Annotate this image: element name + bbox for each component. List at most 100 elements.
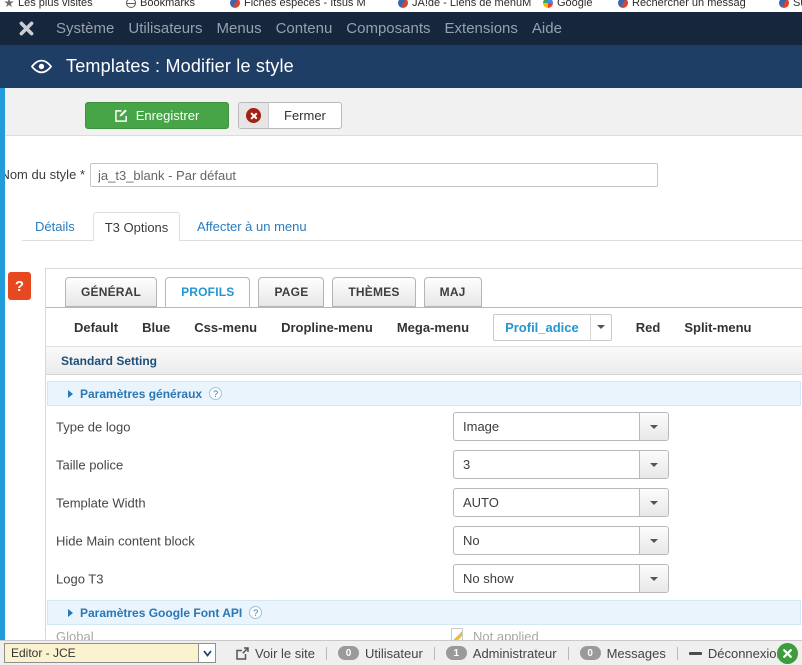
bookmark-most-visited[interactable]: Les plus visités bbox=[4, 0, 93, 9]
messages-status-label: Messages bbox=[607, 646, 666, 661]
joomla-version-badge[interactable] bbox=[777, 643, 798, 664]
select-chevron-icon[interactable] bbox=[198, 644, 215, 662]
help-button[interactable]: ? bbox=[8, 272, 31, 300]
question-badge-icon[interactable]: ? bbox=[209, 387, 222, 400]
profile-split-menu[interactable]: Split-menu bbox=[684, 320, 751, 335]
t3-tab-profils[interactable]: PROFILS bbox=[165, 277, 250, 307]
triangle-glyph bbox=[650, 539, 658, 543]
setting-label: Taille police bbox=[56, 458, 123, 473]
profile-css-menu[interactable]: Css-menu bbox=[194, 320, 257, 335]
save-button[interactable]: Enregistrer bbox=[85, 102, 229, 129]
toolbar: Enregistrer Fermer bbox=[0, 88, 802, 136]
bookmark-jaide[interactable]: JA!de - Liens de menuM bbox=[398, 0, 531, 9]
joomla-admin-template-edit-page: { "browser_bookmarks": { "items": [ { "l… bbox=[0, 0, 802, 665]
star-icon bbox=[4, 0, 14, 8]
select-value: AUTO bbox=[454, 495, 639, 510]
select-arrow-icon[interactable] bbox=[639, 527, 668, 554]
tab-assign-menu[interactable]: Affecter à un menu bbox=[197, 219, 307, 234]
tab-t3-options[interactable]: T3 Options bbox=[93, 212, 180, 241]
profile-selected-label: Profil_adice bbox=[494, 320, 590, 335]
favicon-icon bbox=[779, 0, 789, 8]
tab-details[interactable]: Détails bbox=[35, 219, 75, 234]
editor-select[interactable]: Editor - JCE bbox=[4, 643, 216, 663]
menu-utilisateurs[interactable]: Utilisateurs bbox=[121, 20, 209, 37]
bookmark-rechercher[interactable]: Rechercher un messag bbox=[618, 0, 746, 9]
general-params-toggle[interactable]: Paramètres généraux ? bbox=[47, 381, 801, 406]
bookmark-label: JA!de - Liens de menuM bbox=[412, 0, 531, 9]
chevron-down-icon[interactable] bbox=[590, 315, 611, 340]
select-arrow-icon[interactable] bbox=[639, 565, 668, 592]
style-name-input[interactable] bbox=[90, 163, 658, 187]
close-button[interactable]: Fermer bbox=[238, 102, 342, 129]
close-icon bbox=[246, 108, 261, 123]
bookmark-label: Google bbox=[557, 0, 592, 9]
t3-tab-page[interactable]: PAGE bbox=[258, 277, 324, 307]
t3-tab-maj[interactable]: MAJ bbox=[424, 277, 482, 307]
hide-main-select[interactable]: No bbox=[453, 526, 669, 555]
triangle-glyph bbox=[650, 577, 658, 581]
admin-navbar: Système Utilisateurs Menus Contenu Compo… bbox=[0, 12, 802, 45]
select-arrow-icon[interactable] bbox=[639, 489, 668, 516]
logout-label: Déconnexion bbox=[708, 646, 784, 661]
general-params-label: Paramètres généraux bbox=[80, 387, 202, 401]
triangle-glyph bbox=[597, 325, 605, 329]
users-status-link[interactable]: 0 Utilisateur bbox=[338, 646, 423, 661]
font-size-select[interactable]: 3 bbox=[453, 450, 669, 479]
bookmark-bookmarks[interactable]: Bookmarks bbox=[126, 0, 195, 9]
view-site-link[interactable]: Voir le site bbox=[236, 646, 315, 661]
menu-systeme[interactable]: Système bbox=[49, 20, 121, 37]
setting-label: Type de logo bbox=[56, 420, 130, 435]
separator bbox=[677, 647, 678, 660]
bookmark-fiches[interactable]: Fiches espèces - Itsus M bbox=[230, 0, 366, 9]
t3-settings-rows: Type de logo Image Taille police 3 Templ… bbox=[46, 408, 802, 598]
bookmark-label: Les plus visités bbox=[18, 0, 93, 9]
select-value: No bbox=[454, 533, 639, 548]
admins-status-link[interactable]: 1 Administrateur bbox=[446, 646, 557, 661]
profile-selected-dropdown[interactable]: Profil_adice bbox=[493, 314, 612, 341]
setting-row-logo-t3: Logo T3 No show bbox=[46, 560, 802, 598]
t3-options-panel: GÉNÉRAL PROFILS PAGE THÈMES MAJ Default … bbox=[45, 268, 802, 640]
messages-status-link[interactable]: 0 Messages bbox=[580, 646, 666, 661]
separator bbox=[434, 647, 435, 660]
separator bbox=[568, 647, 569, 660]
admin-status-bar: Editor - JCE Voir le site 0 Utilisateur … bbox=[0, 640, 802, 665]
bookmark-label: Bookmarks bbox=[140, 0, 195, 9]
menu-aide[interactable]: Aide bbox=[525, 20, 569, 37]
t3-tab-themes[interactable]: THÈMES bbox=[332, 277, 415, 307]
page-title-bar: Templates : Modifier le style bbox=[0, 45, 802, 88]
setting-row-font-size: Taille police 3 bbox=[46, 446, 802, 484]
t3-tab-general[interactable]: GÉNÉRAL bbox=[65, 277, 157, 307]
collapse-arrow-icon bbox=[68, 609, 73, 617]
profile-mega-menu[interactable]: Mega-menu bbox=[397, 320, 469, 335]
t3-profiles-row: Default Blue Css-menu Dropline-menu Mega… bbox=[46, 308, 802, 346]
profile-red[interactable]: Red bbox=[636, 320, 661, 335]
logo-type-select[interactable]: Image bbox=[453, 412, 669, 441]
setting-label: Template Width bbox=[56, 496, 146, 511]
admins-status-label: Administrateur bbox=[473, 646, 557, 661]
menu-extensions[interactable]: Extensions bbox=[438, 20, 525, 37]
profile-dropline-menu[interactable]: Dropline-menu bbox=[281, 320, 373, 335]
bookmark-google[interactable]: Google bbox=[543, 0, 592, 9]
triangle-glyph bbox=[650, 463, 658, 467]
favicon-icon bbox=[230, 0, 240, 8]
joomla-logo-icon[interactable] bbox=[18, 20, 35, 37]
style-name-label: Nom du style * bbox=[0, 167, 85, 182]
question-badge-icon[interactable]: ? bbox=[249, 606, 262, 619]
logout-link[interactable]: Déconnexion bbox=[689, 646, 784, 661]
setting-row-logo-type: Type de logo Image bbox=[46, 408, 802, 446]
template-width-select[interactable]: AUTO bbox=[453, 488, 669, 517]
select-value: 3 bbox=[454, 457, 639, 472]
bookmark-label: Rechercher un messag bbox=[632, 0, 746, 9]
profile-default[interactable]: Default bbox=[74, 320, 118, 335]
bookmark-sup[interactable]: Sup bbox=[779, 0, 802, 9]
menu-menus[interactable]: Menus bbox=[210, 20, 269, 37]
google-font-params-toggle[interactable]: Paramètres Google Font API ? bbox=[47, 600, 801, 625]
save-button-label: Enregistrer bbox=[136, 108, 200, 123]
menu-composants[interactable]: Composants bbox=[339, 20, 437, 37]
logo-t3-select[interactable]: No show bbox=[453, 564, 669, 593]
select-arrow-icon[interactable] bbox=[639, 451, 668, 478]
select-arrow-icon[interactable] bbox=[639, 413, 668, 440]
profile-blue[interactable]: Blue bbox=[142, 320, 170, 335]
page-title: Templates : Modifier le style bbox=[66, 56, 294, 77]
menu-contenu[interactable]: Contenu bbox=[269, 20, 340, 37]
